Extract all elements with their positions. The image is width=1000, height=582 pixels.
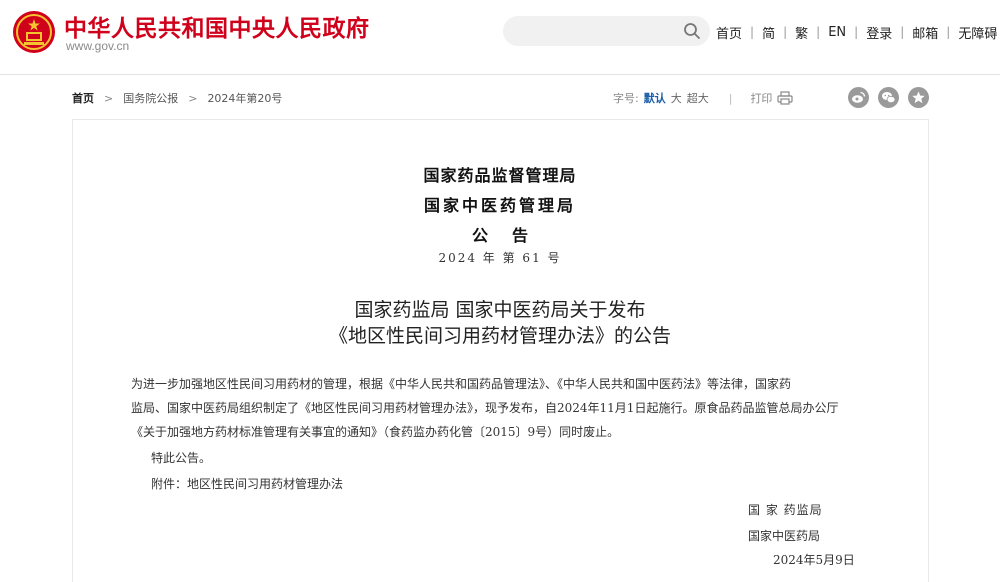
site-header: 中华人民共和国中央人民政府 www.gov.cn 首页 | 简 | 繁 | EN… (0, 0, 1000, 75)
toolbar-divider: | (728, 91, 733, 105)
body-paragraph-line: 《关于加强地方药材标准管理有关事宜的通知》（食药监办药化管〔2015〕9号）同时… (131, 425, 620, 439)
signature-natcm: 国家中医药局 (748, 529, 821, 543)
search-icon[interactable] (683, 22, 701, 40)
font-size-large[interactable]: 大 (671, 90, 682, 106)
breadcrumb-home[interactable]: 首页 (72, 90, 94, 106)
nav-simplified[interactable]: 简 (762, 23, 775, 42)
nav-mailbox[interactable]: 邮箱 (912, 23, 938, 42)
nav-traditional[interactable]: 繁 (795, 23, 808, 42)
announcement-heading: 公告 (471, 226, 552, 245)
weibo-icon (852, 91, 866, 103)
attachment-link[interactable]: 附件：地区性民间习用药材管理办法 (151, 472, 893, 496)
issuer-nmpa: 国家药品监督管理局 (423, 166, 577, 185)
font-size-xlarge[interactable]: 超大 (687, 90, 709, 106)
body-paragraph-line: 为进一步加强地区性民间习用药材的管理，根据《中华人民共和国药品管理法》、《中华人… (131, 377, 792, 391)
search-box (503, 16, 710, 46)
signature-nmpa: 国 家 药监局 (748, 503, 823, 517)
nav-english[interactable]: EN (828, 25, 846, 40)
signature-date: 2024年5月9日 (773, 553, 855, 567)
document-number: 2024 年 第 61 号 (438, 251, 562, 265)
article-toolbar: 字号: 默认 大 超大 | 打印 (613, 88, 794, 108)
nav-accessibility[interactable]: 无障碍 (958, 23, 997, 42)
breadcrumb-issue[interactable]: 2024年第20号 (207, 90, 282, 106)
favorite-button[interactable] (908, 87, 929, 108)
search-input[interactable] (517, 16, 677, 46)
wechat-icon (882, 92, 896, 104)
breadcrumb: 首页 > 国务院公报 > 2024年第20号 (72, 90, 282, 106)
nav-login[interactable]: 登录 (866, 23, 892, 42)
announcement-closing: 特此公告。 (151, 451, 212, 465)
chevron-right-icon: > (104, 91, 114, 105)
site-title[interactable]: 中华人民共和国中央人民政府 (64, 9, 370, 43)
font-size-label: 字号: (613, 92, 639, 105)
site-domain: www.gov.cn (66, 39, 130, 53)
national-emblem-icon[interactable] (12, 10, 56, 54)
breadcrumb-gazette[interactable]: 国务院公报 (123, 90, 178, 106)
weibo-share-button[interactable] (848, 87, 869, 108)
font-size-default[interactable]: 默认 (644, 90, 666, 106)
wechat-share-button[interactable] (878, 87, 899, 108)
favorite-star-icon (912, 91, 925, 104)
document-title-line-2: 《地区性民间习用药材管理办法》的公告 (328, 325, 671, 347)
chevron-right-icon: > (188, 91, 198, 105)
body-paragraph-line: 监局、国家中医药局组织制定了《地区性民间习用药材管理办法》，现予发布，自2024… (131, 401, 839, 415)
print-button[interactable]: 打印 (750, 90, 772, 106)
nav-home[interactable]: 首页 (716, 23, 742, 42)
document-title-line-1: 国家药监局 国家中医药局关于发布 (354, 299, 646, 321)
printer-icon[interactable] (777, 91, 794, 105)
issuer-natcm: 国家中医药管理局 (423, 196, 576, 215)
top-nav: 首页 | 简 | 繁 | EN | 登录 | 邮箱 | 无障碍 (716, 23, 998, 42)
